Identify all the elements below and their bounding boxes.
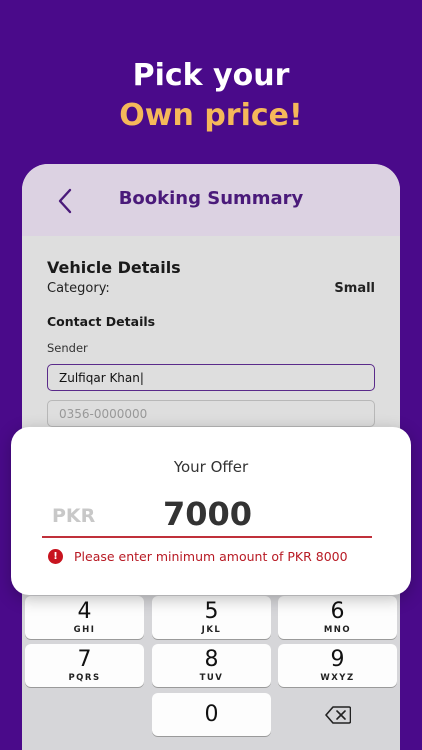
numeric-keypad: 4 GHI 5 JKL 6 MNO 7 PQRS 8 TUV 9 WXYZ 0 [22,592,400,750]
key-letters: JKL [201,625,222,635]
key-5[interactable]: 5 JKL [152,596,271,639]
currency-label: PKR [52,505,96,527]
page-title: Booking Summary [118,188,304,209]
key-9[interactable]: 9 WXYZ [278,644,397,687]
exclamation-circle-icon: ! [48,549,63,564]
key-number: 5 [204,599,219,624]
key-letters: MNO [323,625,352,635]
error-text: Please enter minimum amount of PKR 8000 [74,549,348,564]
category-value: Small [334,281,375,296]
key-letters: GHI [73,625,96,635]
sender-name-input[interactable]: Zulfiqar Khan| [47,364,375,391]
key-7[interactable]: 7 PQRS [25,644,144,687]
key-number: 7 [77,647,92,672]
sender-phone-placeholder: 0356-0000000 [59,406,148,421]
key-number: 0 [204,702,219,727]
error-message: ! Please enter minimum amount of PKR 800… [48,549,348,564]
key-number: 4 [77,599,92,624]
key-number: 9 [330,647,345,672]
category-row: Category: Small [47,281,375,296]
sender-phone-input[interactable]: 0356-0000000 [47,400,375,427]
key-letters: TUV [199,673,224,683]
amount-underline [42,536,372,538]
vehicle-details-title: Vehicle Details [47,258,181,277]
category-label: Category: [47,281,110,296]
key-8[interactable]: 8 TUV [152,644,271,687]
key-letters: WXYZ [320,673,355,683]
offer-amount-input[interactable]: 7000 [163,495,252,533]
sender-label: Sender [47,341,88,355]
key-6[interactable]: 6 MNO [278,596,397,639]
headline-line-1: Pick your [132,58,290,93]
key-0[interactable]: 0 [152,693,271,736]
sender-name-value: Zulfiqar Khan| [59,370,144,385]
key-number: 8 [204,647,219,672]
headline-line-2: Own price! [119,98,303,133]
offer-title: Your Offer [173,458,249,476]
delete-key[interactable] [278,693,397,736]
booking-content: Vehicle Details Category: Small Contact … [22,236,400,427]
key-4[interactable]: 4 GHI [25,596,144,639]
offer-card: Your Offer PKR 7000 ! Please enter minim… [11,427,411,595]
backspace-icon [324,705,351,724]
app-bar: Booking Summary [22,164,400,236]
contact-details-title: Contact Details [47,314,156,329]
key-letters: PQRS [68,673,101,683]
headline: Pick your Own price! [0,56,422,136]
key-number: 6 [330,599,345,624]
